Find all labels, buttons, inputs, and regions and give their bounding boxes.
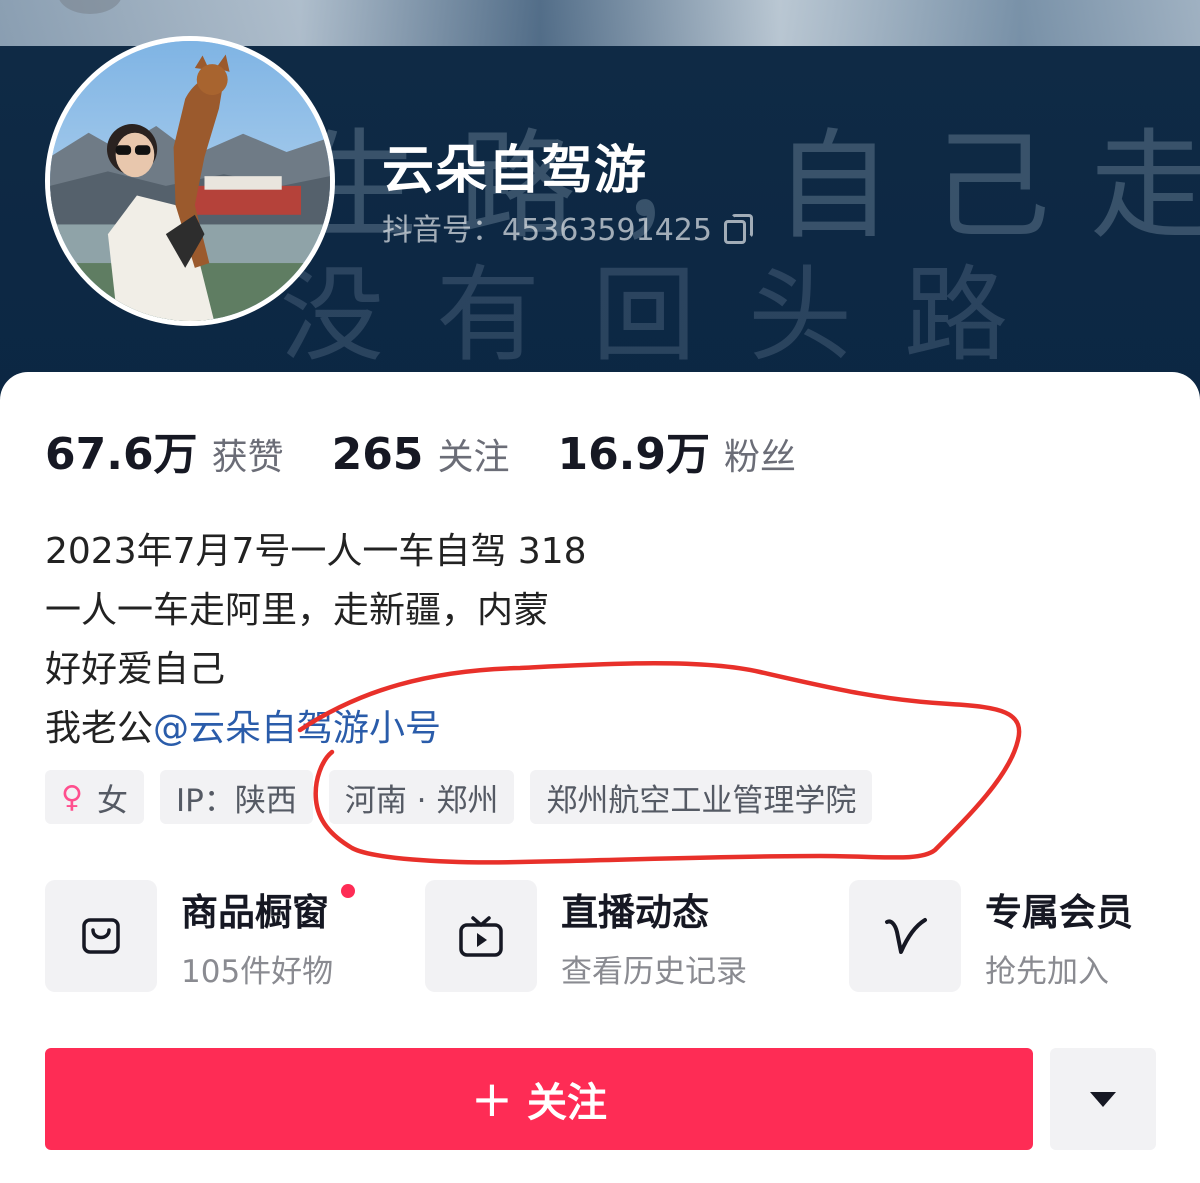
stat-following[interactable]: 265 关注 bbox=[332, 428, 510, 480]
tag-location: 河南 · 郑州 bbox=[328, 770, 515, 824]
stat-likes[interactable]: 67.6万 获赞 bbox=[45, 418, 284, 482]
stat-following-value: 265 bbox=[331, 429, 424, 480]
avatar[interactable] bbox=[45, 36, 335, 326]
tag-gender-label: 女 bbox=[96, 782, 128, 819]
notification-dot bbox=[341, 883, 356, 898]
service-live[interactable]: 直播动态 查看历史记录 bbox=[425, 880, 747, 992]
bio: 2023年7月7号一人一车自驾 318 一人一车走阿里，走新疆，内蒙 好好爱自己… bbox=[45, 522, 587, 758]
caret-down-icon bbox=[1090, 1091, 1116, 1107]
vip-icon-box bbox=[849, 880, 961, 992]
stat-likes-value: 67.6万 bbox=[45, 429, 198, 480]
stat-likes-label: 获赞 bbox=[211, 437, 284, 478]
banner-calligraphy-line2: 没有回头路 bbox=[280, 254, 1061, 376]
profile-tags: ♀ 女 IP：陕西 河南 · 郑州 郑州航空工业管理学院 bbox=[45, 770, 873, 824]
services-row: 商品橱窗 105件好物 直播动态 查看历史记录 专属会员 抢先加入 bbox=[45, 880, 1155, 992]
service-title: 专属会员 bbox=[985, 890, 1133, 934]
v-icon bbox=[885, 918, 927, 954]
service-membership[interactable]: 专属会员 抢先加入 bbox=[849, 880, 1133, 992]
avatar-image bbox=[50, 41, 330, 321]
female-icon: ♀ bbox=[61, 779, 83, 815]
service-title: 直播动态 bbox=[561, 890, 709, 934]
stat-followers[interactable]: 16.9万 粉丝 bbox=[557, 418, 796, 482]
shopping-bag-icon bbox=[82, 918, 120, 954]
service-subtitle: 105件好物 bbox=[181, 953, 334, 990]
plus-icon: + bbox=[471, 1070, 513, 1128]
tag-ip: IP：陕西 bbox=[159, 770, 313, 824]
stat-followers-value: 16.9万 bbox=[557, 429, 711, 480]
copy-icon[interactable] bbox=[722, 214, 753, 244]
bio-line: 我老公@云朵自驾游小号 bbox=[45, 699, 587, 758]
tv-icon bbox=[459, 916, 503, 957]
bio-line: 一人一车走阿里，走新疆，内蒙 bbox=[45, 590, 550, 631]
service-subtitle: 抢先加入 bbox=[985, 953, 1109, 990]
stat-followers-label: 粉丝 bbox=[724, 437, 797, 478]
follow-button[interactable]: + 关注 bbox=[45, 1048, 1033, 1150]
stat-following-label: 关注 bbox=[437, 437, 510, 478]
tag-school[interactable]: 郑州航空工业管理学院 bbox=[530, 770, 873, 824]
bio-line: 好好爱自己 bbox=[45, 649, 226, 690]
mention-link[interactable]: @云朵自驾游小号 bbox=[153, 708, 441, 749]
tag-gender: ♀ 女 bbox=[45, 770, 144, 824]
service-title: 商品橱窗 bbox=[181, 890, 329, 934]
bio-line-prefix: 我老公 bbox=[45, 708, 154, 749]
service-subtitle: 查看历史记录 bbox=[561, 953, 747, 990]
douyin-id-text: 抖音号：45363591425 bbox=[382, 213, 712, 248]
shop-icon-box bbox=[45, 880, 157, 992]
service-shop-window[interactable]: 商品橱窗 105件好物 bbox=[45, 880, 356, 992]
live-icon-box bbox=[425, 880, 537, 992]
bio-line: 2023年7月7号一人一车自驾 318 bbox=[45, 531, 587, 572]
stats-row: 67.6万 获赞 265 关注 16.9万 粉丝 bbox=[45, 418, 844, 482]
profile-name: 云朵自驾游 bbox=[382, 141, 648, 201]
more-options-button[interactable] bbox=[1050, 1048, 1156, 1150]
follow-button-label: 关注 bbox=[526, 1080, 607, 1126]
douyin-id[interactable]: 抖音号：45363591425 bbox=[382, 205, 753, 249]
